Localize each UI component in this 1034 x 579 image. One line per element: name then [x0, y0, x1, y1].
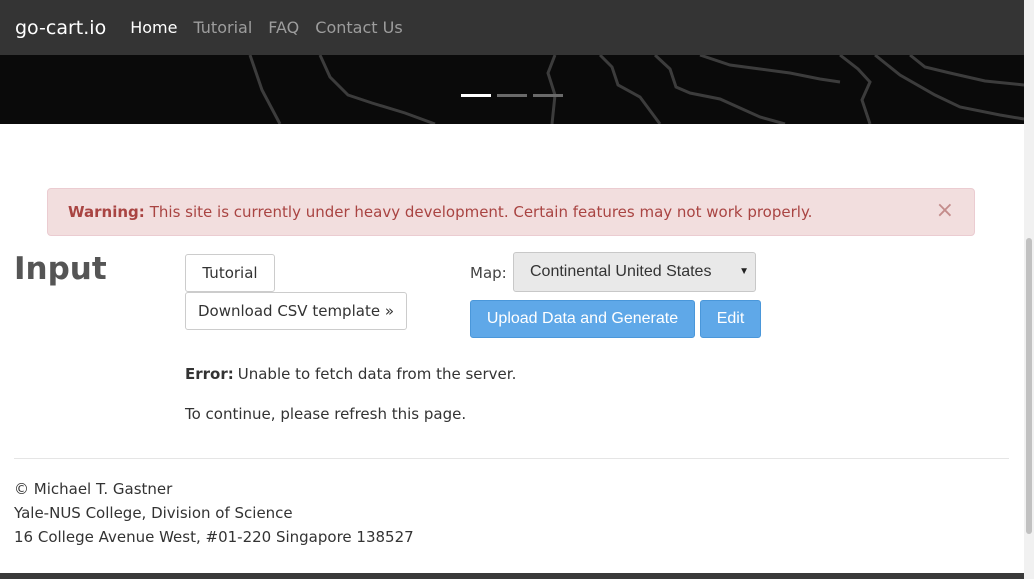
edit-button[interactable]: Edit [700, 300, 761, 338]
hero-carousel [0, 55, 1024, 124]
carousel-indicator-3[interactable] [533, 94, 563, 97]
footer-affiliation: Yale-NUS College, Division of Science [14, 504, 293, 522]
close-icon[interactable]: × [936, 200, 954, 222]
dropdown-caret-icon: ▼ [739, 266, 749, 277]
map-label: Map: [470, 264, 507, 282]
nav-faq[interactable]: FAQ [268, 18, 299, 37]
footer-address: 16 College Avenue West, #01-220 Singapor… [14, 528, 414, 546]
vertical-scrollbar[interactable] [1024, 0, 1034, 579]
footer-copyright: © Michael T. Gastner [14, 480, 173, 498]
map-select[interactable]: Continental United States ▼ [513, 252, 756, 292]
map-background-image [248, 55, 1024, 124]
footer-divider [14, 458, 1009, 459]
error-text: Unable to fetch data from the server. [237, 365, 517, 383]
alert-label: Warning: [68, 203, 145, 221]
input-heading: Input [14, 251, 107, 287]
tutorial-button[interactable]: Tutorial [185, 254, 275, 292]
brand-logo[interactable]: go-cart.io [15, 17, 106, 39]
nav-contact-us[interactable]: Contact Us [315, 18, 402, 37]
nav-home[interactable]: Home [130, 18, 177, 37]
refresh-message: To continue, please refresh this page. [185, 405, 467, 423]
footer: © Michael T. Gastner Yale-NUS College, D… [14, 477, 414, 549]
error-label: Error: [185, 365, 234, 383]
bottom-edge-strip [0, 573, 1024, 579]
top-navbar: go-cart.io Home Tutorial FAQ Contact Us [0, 0, 1024, 55]
scrollbar-thumb[interactable] [1026, 238, 1032, 534]
error-message: Error: Unable to fetch data from the serv… [185, 365, 516, 383]
download-csv-template-button[interactable]: Download CSV template » [185, 292, 407, 330]
map-select-value: Continental United States [530, 263, 712, 280]
alert-message: This site is currently under heavy devel… [149, 203, 813, 221]
upload-data-and-generate-button[interactable]: Upload Data and Generate [470, 300, 695, 338]
carousel-indicator-2[interactable] [497, 94, 527, 97]
carousel-indicator-1[interactable] [461, 94, 491, 97]
carousel-indicators [461, 94, 563, 97]
nav-tutorial[interactable]: Tutorial [193, 18, 252, 37]
warning-alert: Warning: This site is currently under he… [47, 188, 975, 236]
